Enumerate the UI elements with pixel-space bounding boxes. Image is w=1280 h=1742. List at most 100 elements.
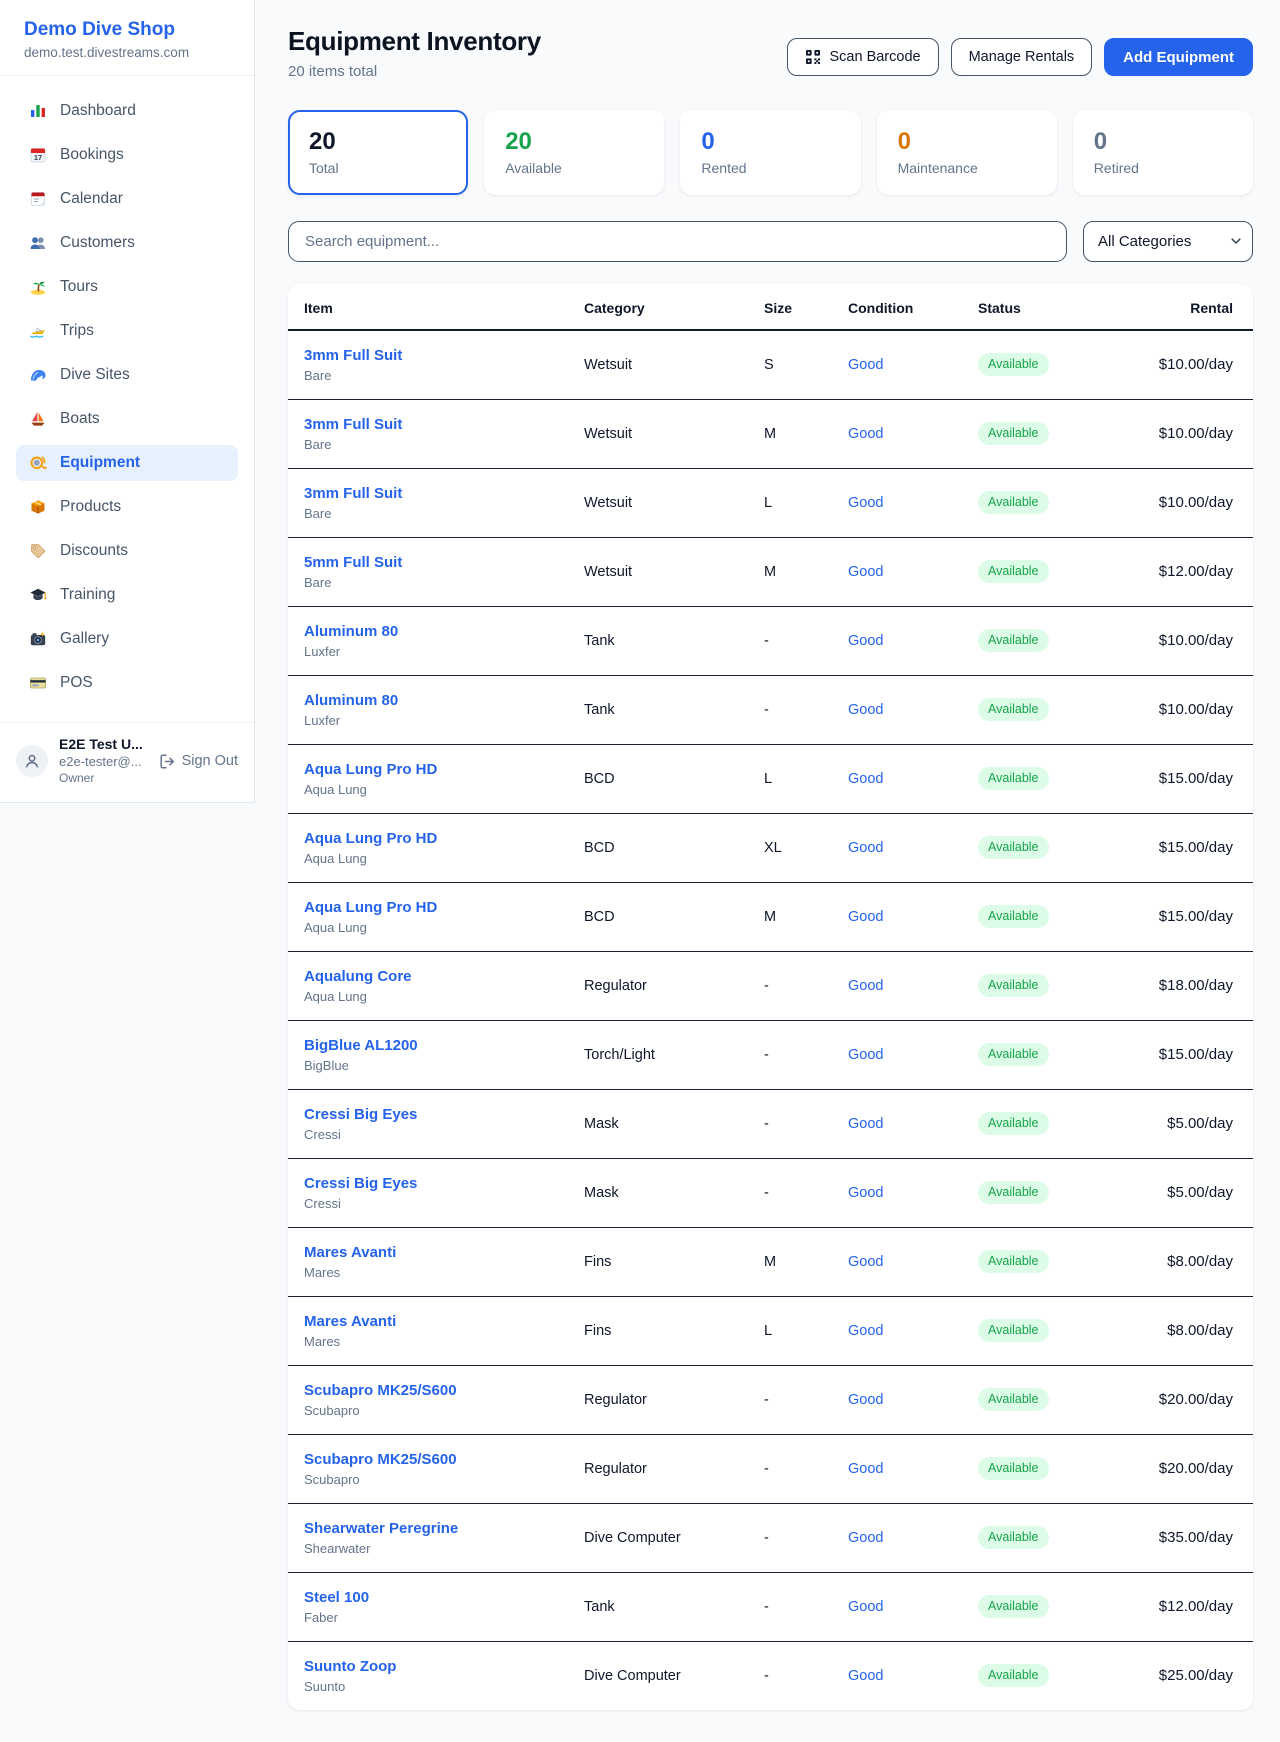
sign-out-button[interactable]: Sign Out <box>159 753 238 770</box>
item-category: Regulator <box>584 1434 764 1503</box>
item-name-link[interactable]: Scubapro MK25/S600 <box>304 1382 457 1399</box>
search-input[interactable] <box>288 221 1067 262</box>
item-name-link[interactable]: Aqua Lung Pro HD <box>304 761 437 778</box>
sidebar-item-customers[interactable]: Customers <box>16 225 238 261</box>
stat-card-retired[interactable]: 0 Retired <box>1073 110 1253 195</box>
brand-link[interactable]: Demo Dive Shop <box>24 18 230 41</box>
item-rental: $25.00/day <box>1134 1641 1253 1710</box>
sidebar-item-trips[interactable]: Trips <box>16 313 238 349</box>
manage-rentals-label: Manage Rentals <box>969 49 1075 65</box>
table-row: Scubapro MK25/S600 Scubapro Regulator - … <box>288 1434 1253 1503</box>
avatar <box>16 745 48 777</box>
item-rental: $35.00/day <box>1134 1503 1253 1572</box>
tours-icon <box>29 278 47 296</box>
item-condition-link[interactable]: Good <box>848 564 883 580</box>
item-name-link[interactable]: Aluminum 80 <box>304 623 398 640</box>
item-condition-link[interactable]: Good <box>848 1530 883 1546</box>
stat-card-total[interactable]: 20 Total <box>288 110 468 195</box>
scan-barcode-button[interactable]: Scan Barcode <box>787 38 938 76</box>
status-badge: Available <box>978 1319 1049 1342</box>
item-size: L <box>764 1296 848 1365</box>
item-name-link[interactable]: 5mm Full Suit <box>304 554 402 571</box>
column-header-rental: Rental <box>1134 284 1253 330</box>
item-name-link[interactable]: Mares Avanti <box>304 1244 396 1261</box>
sidebar-item-training[interactable]: Training <box>16 577 238 613</box>
stat-label: Available <box>505 160 643 176</box>
item-condition-link[interactable]: Good <box>848 426 883 442</box>
sidebar-item-pos[interactable]: POS <box>16 665 238 701</box>
item-condition-link[interactable]: Good <box>848 771 883 787</box>
item-size: - <box>764 1365 848 1434</box>
item-condition-link[interactable]: Good <box>848 357 883 373</box>
item-name-link[interactable]: 3mm Full Suit <box>304 416 402 433</box>
item-condition-link[interactable]: Good <box>848 495 883 511</box>
table-header-row: Item Category Size Condition Status Rent… <box>288 284 1253 330</box>
stat-card-maintenance[interactable]: 0 Maintenance <box>877 110 1057 195</box>
item-brand: Aqua Lung <box>304 782 584 797</box>
item-name-link[interactable]: 3mm Full Suit <box>304 485 402 502</box>
sidebar-item-discounts[interactable]: Discounts <box>16 533 238 569</box>
table-row: Scubapro MK25/S600 Scubapro Regulator - … <box>288 1365 1253 1434</box>
item-condition-link[interactable]: Good <box>848 909 883 925</box>
item-condition-link[interactable]: Good <box>848 1323 883 1339</box>
status-badge: Available <box>978 836 1049 859</box>
item-category: Torch/Light <box>584 1020 764 1089</box>
item-rental: $5.00/day <box>1134 1158 1253 1227</box>
item-name-link[interactable]: Aqua Lung Pro HD <box>304 899 437 916</box>
item-brand: Cressi <box>304 1127 584 1142</box>
item-size: - <box>764 1641 848 1710</box>
item-condition-link[interactable]: Good <box>848 1392 883 1408</box>
sidebar-item-tours[interactable]: Tours <box>16 269 238 305</box>
item-condition-link[interactable]: Good <box>848 1461 883 1477</box>
item-name-link[interactable]: Mares Avanti <box>304 1313 396 1330</box>
item-name-link[interactable]: 3mm Full Suit <box>304 347 402 364</box>
sidebar-item-dashboard[interactable]: Dashboard <box>16 93 238 129</box>
item-condition-link[interactable]: Good <box>848 840 883 856</box>
column-header-status: Status <box>978 284 1134 330</box>
item-name-link[interactable]: Scubapro MK25/S600 <box>304 1451 457 1468</box>
table-row: 5mm Full Suit Bare Wetsuit M Good Availa… <box>288 537 1253 606</box>
training-icon <box>29 586 47 604</box>
sidebar-item-bookings[interactable]: 17 Bookings <box>16 137 238 173</box>
stat-card-available[interactable]: 20 Available <box>484 110 664 195</box>
item-condition-link[interactable]: Good <box>848 702 883 718</box>
item-condition-link[interactable]: Good <box>848 1668 883 1684</box>
status-badge: Available <box>978 1181 1049 1204</box>
item-name-link[interactable]: Cressi Big Eyes <box>304 1175 417 1192</box>
table-row: BigBlue AL1200 BigBlue Torch/Light - Goo… <box>288 1020 1253 1089</box>
item-name-link[interactable]: Aqualung Core <box>304 968 412 985</box>
item-size: XL <box>764 813 848 882</box>
item-name-link[interactable]: Shearwater Peregrine <box>304 1520 458 1537</box>
sidebar-item-products[interactable]: Products <box>16 489 238 525</box>
item-rental: $10.00/day <box>1134 675 1253 744</box>
bookings-icon: 17 <box>29 146 47 164</box>
item-condition-link[interactable]: Good <box>848 1185 883 1201</box>
add-equipment-button[interactable]: Add Equipment <box>1104 38 1253 76</box>
table-row: Mares Avanti Mares Fins M Good Available… <box>288 1227 1253 1296</box>
sidebar-item-gallery[interactable]: Gallery <box>16 621 238 657</box>
pos-icon <box>29 674 47 692</box>
item-name-link[interactable]: Cressi Big Eyes <box>304 1106 417 1123</box>
item-name-link[interactable]: Aqua Lung Pro HD <box>304 830 437 847</box>
item-condition-link[interactable]: Good <box>848 1047 883 1063</box>
item-name-link[interactable]: Suunto Zoop <box>304 1658 396 1675</box>
sidebar-item-dive-sites[interactable]: Dive Sites <box>16 357 238 393</box>
sidebar-item-calendar[interactable]: Calendar <box>16 181 238 217</box>
item-condition-link[interactable]: Good <box>848 1116 883 1132</box>
item-condition-link[interactable]: Good <box>848 633 883 649</box>
stat-card-rented[interactable]: 0 Rented <box>680 110 860 195</box>
item-name-link[interactable]: BigBlue AL1200 <box>304 1037 418 1054</box>
sidebar-item-boats[interactable]: Boats <box>16 401 238 437</box>
user-section: E2E Test U... e2e-tester@... Owner Sign … <box>0 722 254 792</box>
item-name-link[interactable]: Steel 100 <box>304 1589 369 1606</box>
qr-code-icon <box>805 49 821 65</box>
item-condition-link[interactable]: Good <box>848 1254 883 1270</box>
status-badge: Available <box>978 1595 1049 1618</box>
item-condition-link[interactable]: Good <box>848 978 883 994</box>
sidebar-item-equipment[interactable]: Equipment <box>16 445 238 481</box>
manage-rentals-button[interactable]: Manage Rentals <box>951 38 1093 76</box>
category-select[interactable]: All Categories <box>1083 221 1253 262</box>
item-condition-link[interactable]: Good <box>848 1599 883 1615</box>
item-rental: $12.00/day <box>1134 537 1253 606</box>
item-name-link[interactable]: Aluminum 80 <box>304 692 398 709</box>
